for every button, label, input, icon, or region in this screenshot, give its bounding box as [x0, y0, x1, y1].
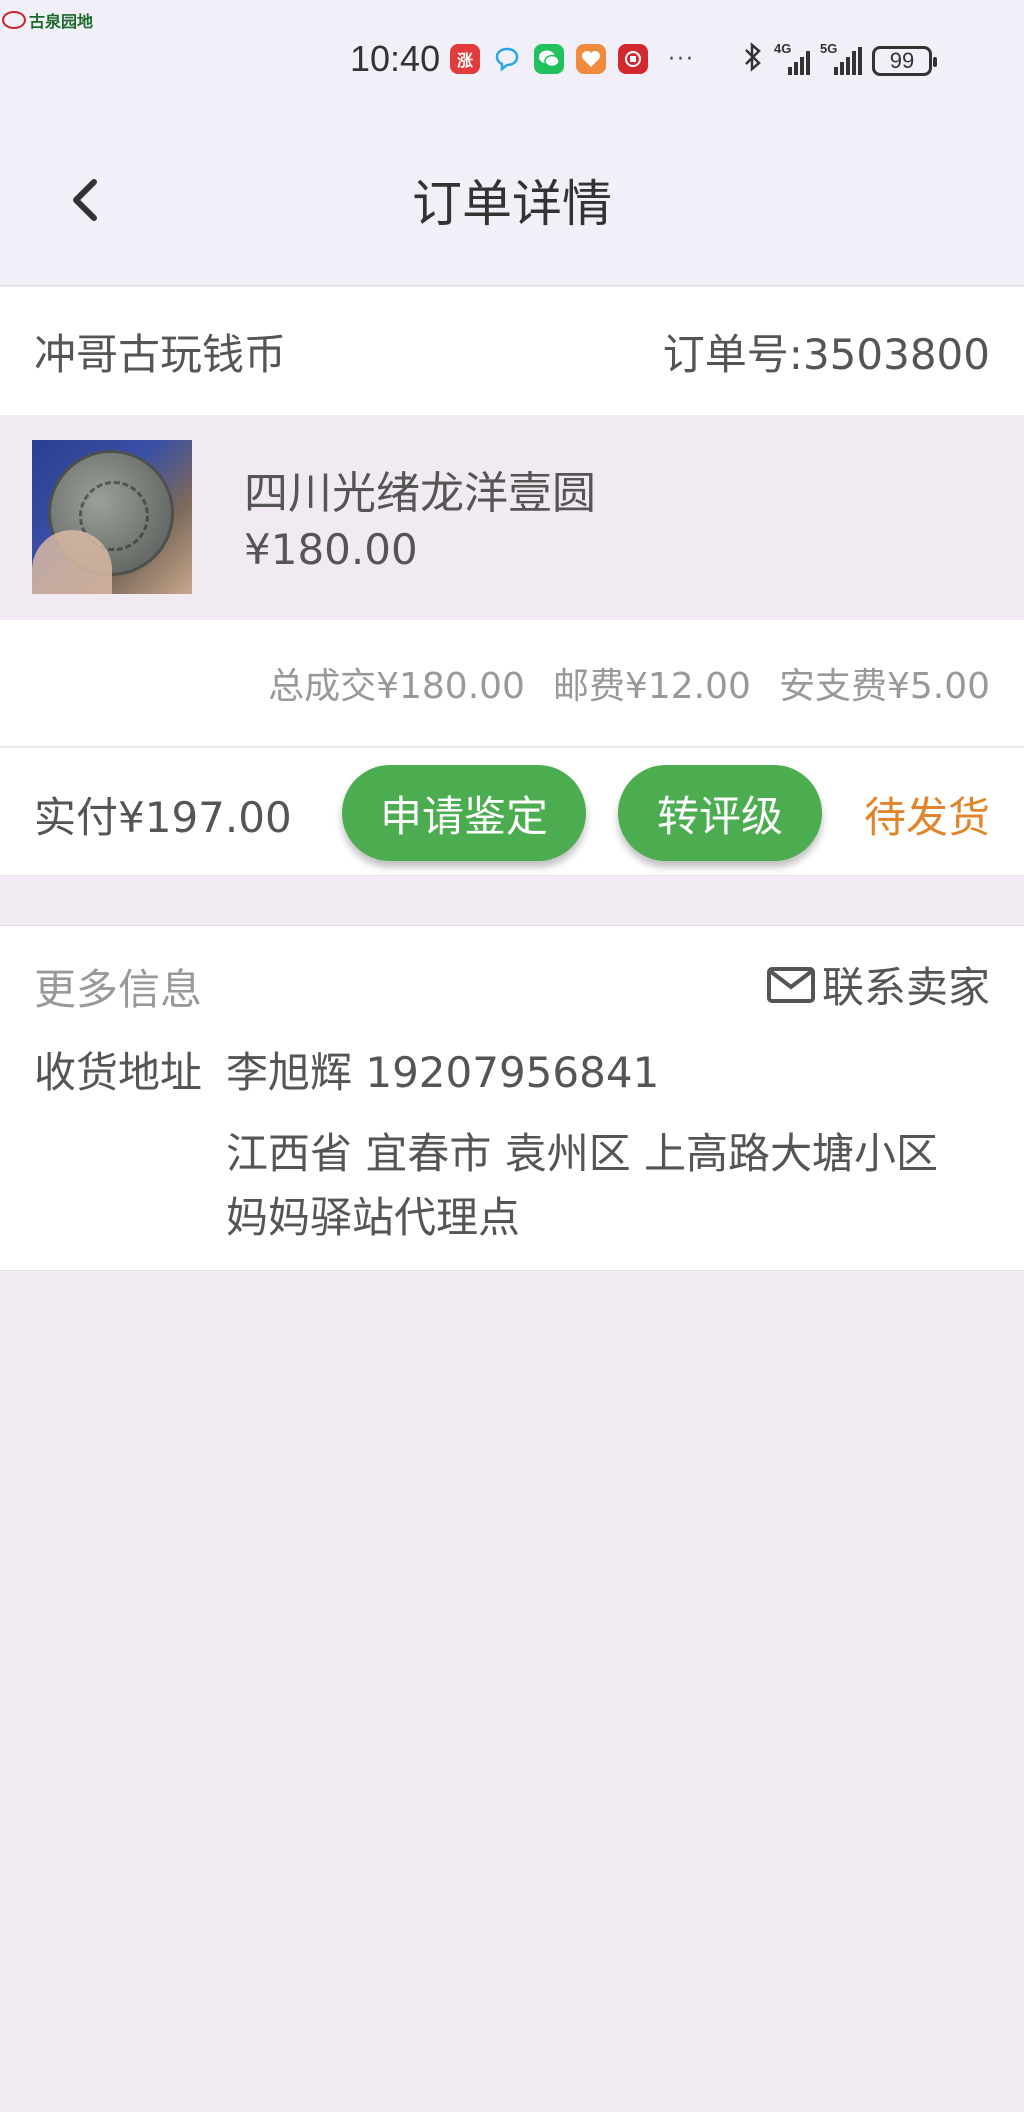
fee-shipping: 邮费¥12.00 [552, 666, 751, 707]
watermark: 古泉园地 [2, 8, 93, 32]
signal-4g-icon: 4G [774, 41, 810, 75]
product-image[interactable] [32, 440, 192, 594]
health-app-icon [576, 44, 606, 74]
more-notifications-icon: ··· [668, 46, 695, 72]
battery-indicator: 99 [872, 45, 937, 76]
chat-bubble-icon [492, 44, 522, 74]
shop-row[interactable]: 冲哥古玩钱币 订单号:3503800 [0, 287, 1024, 415]
signal-5g-icon: 5G [820, 41, 862, 75]
bank-app-icon [618, 44, 648, 74]
watermark-text: 古泉园地 [29, 12, 94, 31]
mail-icon [766, 966, 815, 1003]
fee-service: 安支费¥5.00 [778, 666, 990, 707]
recipient-info: 李旭辉 19207956841 [226, 1048, 660, 1097]
more-info-section: 更多信息 联系卖家 收货地址 李旭辉 19207956841 江西省 宜春市 袁… [0, 925, 1024, 1271]
product-item[interactable]: 四川光绪龙洋壹圆 ¥180.00 [0, 415, 1024, 620]
wechat-icon [534, 44, 564, 74]
fees-row: 总成交¥180.00 邮费¥12.00 安支费¥5.00 [0, 620, 1024, 747]
payment-row: 实付¥197.00 申请鉴定 转评级 待发货 [0, 748, 1024, 876]
transfer-grading-button[interactable]: 转评级 [618, 765, 822, 861]
shop-name[interactable]: 冲哥古玩钱币 [34, 321, 286, 382]
contact-seller-label: 联系卖家 [821, 963, 990, 1012]
status-bar: 古泉园地 10:40 涨 ··· 4G 5G 99 [0, 0, 1024, 112]
address-label: 收货地址 [34, 1048, 203, 1097]
product-price: ¥180.00 [244, 525, 418, 574]
status-time: 10:40 [350, 38, 441, 79]
watermark-logo-icon [2, 11, 26, 29]
order-detail-page: 古泉园地 10:40 涨 ··· 4G 5G 99 订单详情 冲哥古玩钱币 订单… [0, 0, 1024, 2112]
zhang-app-icon: 涨 [450, 44, 480, 74]
contact-seller-button[interactable]: 联系卖家 [766, 954, 990, 1015]
order-number: 订单号:3503800 [662, 329, 990, 379]
apply-appraisal-button[interactable]: 申请鉴定 [342, 765, 586, 861]
product-name: 四川光绪龙洋壹圆 [244, 468, 596, 519]
bluetooth-icon [742, 42, 764, 79]
page-title: 订单详情 [412, 175, 612, 233]
amount-paid: 实付¥197.00 [34, 793, 292, 842]
app-header: 订单详情 [0, 112, 1024, 286]
notification-icons: 涨 ··· [450, 44, 695, 74]
shipping-address: 江西省 宜春市 袁州区 上高路大塘小区妈妈驿站代理点 [226, 1129, 939, 1242]
more-info-title: 更多信息 [34, 965, 203, 1014]
system-status: 4G 5G 99 [742, 41, 937, 79]
fee-total: 总成交¥180.00 [268, 666, 525, 707]
order-status: 待发货 [863, 793, 990, 842]
